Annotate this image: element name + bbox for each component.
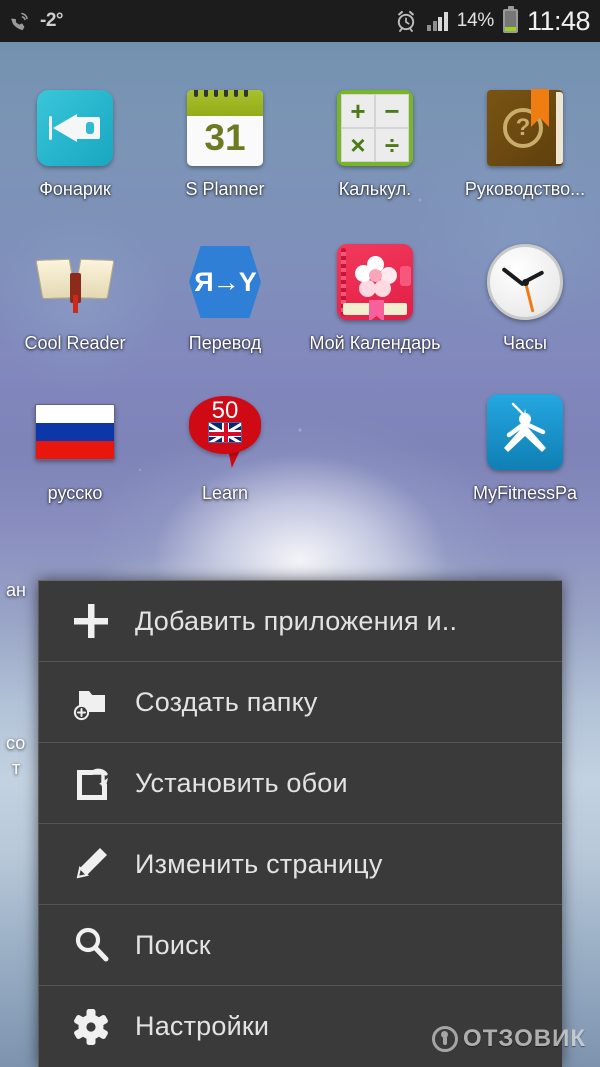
app-label: Руководство... <box>464 179 586 199</box>
missed-call-icon <box>8 9 32 33</box>
calendar-day-number: 31 <box>204 117 246 158</box>
app-label: Калькул. <box>338 179 412 199</box>
translate-glyph: Я→Y <box>194 266 256 297</box>
translate-icon: Я→Y <box>189 246 261 318</box>
app-empty-slot <box>300 388 450 504</box>
union-jack-icon <box>208 422 242 443</box>
signal-bars-icon <box>427 11 448 31</box>
app-myfitnesspal[interactable]: MyFitnessPa <box>450 388 600 504</box>
home-screen-app-grid: Фонарик 31 S Planner + − × ÷ Калькул. ? … <box>0 42 600 504</box>
app-russian-dictionary[interactable]: русско <box>0 388 150 504</box>
learn-badge-number: 50 <box>211 397 239 424</box>
alarm-clock-icon <box>394 9 418 33</box>
calculator-icon: + − × ÷ <box>337 90 413 166</box>
menu-item-add-apps[interactable]: Добавить приложения и.. <box>39 581 562 662</box>
new-folder-icon <box>69 680 135 724</box>
open-book-icon <box>35 251 115 313</box>
app-my-calendar[interactable]: Мой Календарь <box>300 238 450 354</box>
menu-item-edit-page[interactable]: Изменить страницу <box>39 824 562 905</box>
app-translate[interactable]: Я→Y Перевод <box>150 238 300 354</box>
app-label: русско <box>47 483 103 503</box>
watermark-text: ОТЗОВИК <box>463 1025 586 1052</box>
plus-icon <box>69 599 135 643</box>
app-cool-reader[interactable]: Cool Reader <box>0 238 150 354</box>
menu-item-label: Поиск <box>135 929 211 960</box>
app-label: MyFitnessPa <box>472 483 578 503</box>
search-icon <box>69 923 135 967</box>
learn-bubble-icon: 50 <box>187 394 263 470</box>
app-label: Мой Календарь <box>309 333 441 353</box>
status-bar[interactable]: -2° 14% 11:48 <box>0 0 600 42</box>
app-label: Cool Reader <box>24 333 126 353</box>
flashlight-icon <box>37 90 113 166</box>
app-row: Cool Reader Я→Y Перевод Мой Календарь Ча… <box>0 238 600 354</box>
myfitnesspal-icon <box>487 394 563 470</box>
home-screen-context-menu[interactable]: Добавить приложения и.. Создать папку Ус… <box>38 580 562 1067</box>
menu-item-label: Установить обои <box>135 767 348 798</box>
diary-icon <box>337 244 413 320</box>
menu-item-label: Изменить страницу <box>135 848 383 879</box>
calc-key-minus: − <box>375 94 409 128</box>
menu-item-set-wallpaper[interactable]: Установить обои <box>39 743 562 824</box>
obscured-app-label: ан <box>6 580 26 600</box>
app-learn[interactable]: 50 Learn <box>150 388 300 504</box>
app-flashlight[interactable]: Фонарик <box>0 84 150 204</box>
app-label: S Planner <box>185 179 265 199</box>
otzovik-logo-icon <box>432 1026 459 1052</box>
app-s-planner[interactable]: 31 S Planner <box>150 84 300 204</box>
app-label: Learn <box>201 483 249 503</box>
menu-item-search[interactable]: Поиск <box>39 905 562 986</box>
menu-item-label: Добавить приложения и.. <box>135 605 458 636</box>
edit-pencil-icon <box>69 842 135 886</box>
app-label: Перевод <box>188 333 262 353</box>
analog-clock-icon <box>487 244 563 320</box>
settings-gear-icon <box>69 1005 135 1049</box>
set-wallpaper-icon <box>69 761 135 805</box>
menu-item-create-folder[interactable]: Создать папку <box>39 662 562 743</box>
menu-item-label: Настройки <box>135 1011 270 1041</box>
app-row: Фонарик 31 S Planner + − × ÷ Калькул. ? … <box>0 84 600 204</box>
app-guide[interactable]: ? Руководство... <box>450 84 600 204</box>
app-row: русско 50 Learn MyFitnessPa <box>0 388 600 504</box>
status-bar-clock: 11:48 <box>526 5 591 36</box>
guide-book-icon: ? <box>487 89 563 166</box>
calc-key-divide: ÷ <box>375 128 409 162</box>
app-clock[interactable]: Часы <box>450 238 600 354</box>
app-calculator[interactable]: + − × ÷ Калькул. <box>300 84 450 204</box>
russian-flag-icon <box>35 404 115 460</box>
menu-item-label: Создать папку <box>135 686 318 717</box>
battery-icon <box>502 6 518 33</box>
otzovik-watermark: ОТЗОВИК <box>432 1025 586 1053</box>
calendar-icon: 31 <box>187 90 263 166</box>
calc-key-plus: + <box>341 94 375 128</box>
temperature-indicator: -2° <box>40 10 64 31</box>
obscured-app-label: т <box>12 758 21 778</box>
app-label: Часы <box>503 333 547 353</box>
obscured-app-label: со <box>6 733 26 753</box>
battery-percent-label: 14% <box>456 10 494 31</box>
app-label: Фонарик <box>39 179 111 199</box>
calc-key-multiply: × <box>341 128 375 162</box>
